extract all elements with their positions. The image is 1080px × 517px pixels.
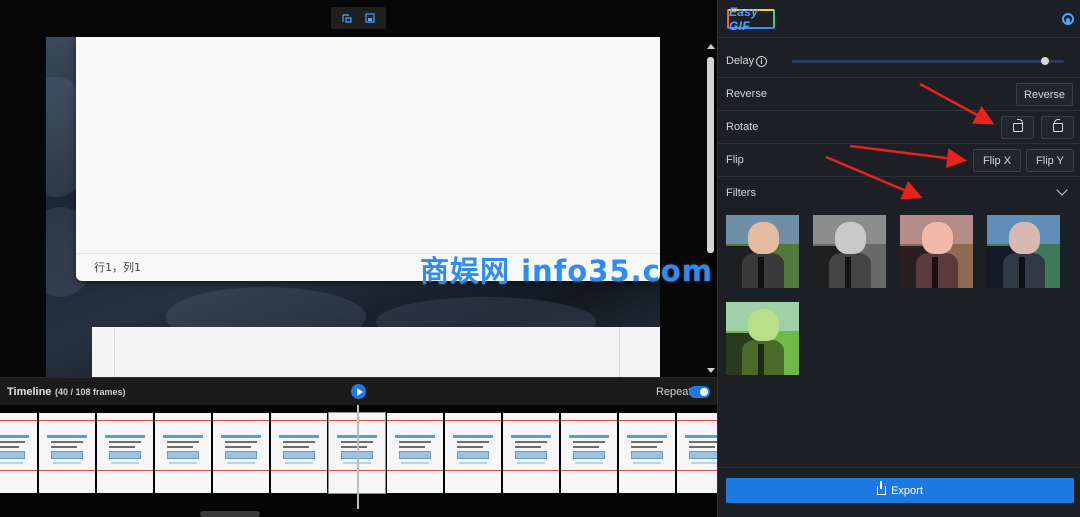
info-icon[interactable]: i	[756, 56, 767, 67]
preview-frame: 行1，列1	[46, 37, 660, 377]
rotate-right-icon	[1012, 119, 1023, 132]
filter-green-tint[interactable]	[726, 302, 799, 375]
delay-slider[interactable]	[792, 57, 1064, 65]
frame-thumbnail[interactable]	[445, 413, 501, 493]
actual-size-button[interactable]	[363, 11, 377, 25]
frame-thumbnail[interactable]	[213, 413, 269, 493]
gif-preview: 行1，列1	[0, 0, 717, 377]
delay-slider-handle[interactable]	[1040, 57, 1049, 65]
settings-panel: Easy GIF Delay i Reverse Reverse Rotate …	[717, 0, 1080, 517]
flip-label: Flip	[726, 154, 744, 166]
flip-y-button[interactable]: Flip Y	[1026, 149, 1074, 172]
fit-view-icon	[342, 13, 352, 23]
cursor-position-status: 行1，列1	[94, 261, 141, 274]
frame-thumbnail[interactable]	[155, 413, 211, 493]
scrollbar-thumb[interactable]	[707, 57, 714, 253]
frame-thumbnail[interactable]	[271, 413, 327, 493]
document-window: 行1，列1	[76, 37, 660, 281]
flip-x-button[interactable]: Flip X	[973, 149, 1021, 172]
timeline-scrollbar[interactable]	[200, 511, 260, 517]
export-button[interactable]: Export	[726, 478, 1074, 503]
timeline-strip	[0, 405, 717, 517]
delay-row: Delay i	[718, 45, 1080, 78]
reverse-label: Reverse	[726, 88, 767, 100]
frame-thumbnail[interactable]	[561, 413, 617, 493]
watermark-text: 商娱网 info35.com	[420, 254, 713, 288]
filters-row[interactable]: Filters	[718, 177, 1080, 207]
background-window	[92, 327, 660, 377]
panel-header: Easy GIF	[718, 0, 1080, 38]
reverse-row: Reverse Reverse	[718, 78, 1080, 111]
rotate-counterclockwise-button[interactable]	[1041, 116, 1074, 139]
filter-cool[interactable]	[987, 215, 1060, 288]
play-button[interactable]	[351, 384, 366, 399]
frame-thumbnail[interactable]	[97, 413, 153, 493]
playhead[interactable]	[357, 405, 359, 509]
view-mode-toggle	[331, 7, 386, 29]
frame-thumbnail[interactable]	[39, 413, 95, 493]
repeat-label: Repeat	[656, 386, 692, 398]
rotate-label: Rotate	[726, 121, 759, 133]
reverse-button[interactable]: Reverse	[1016, 83, 1073, 106]
github-icon[interactable]	[1062, 13, 1074, 25]
filters-label: Filters	[726, 187, 756, 199]
scroll-up-icon[interactable]	[707, 44, 715, 49]
delay-label: Delay	[726, 55, 755, 67]
frame-thumbnail[interactable]	[0, 413, 37, 493]
frame-thumbnail[interactable]	[503, 413, 559, 493]
flip-row: Flip Flip X Flip Y	[718, 144, 1080, 177]
frame-counter: (40 / 108 frames)	[55, 387, 126, 397]
frame-thumbnail[interactable]	[677, 413, 717, 493]
fit-view-button[interactable]	[340, 11, 354, 25]
delay-slider-fill	[792, 60, 1045, 63]
toggle-knob	[700, 388, 708, 396]
rotate-left-icon	[1052, 119, 1063, 132]
actual-size-icon	[365, 13, 375, 23]
app-logo: Easy GIF	[727, 5, 775, 33]
scroll-down-icon[interactable]	[707, 368, 715, 373]
chevron-down-icon[interactable]	[1056, 184, 1068, 196]
frame-thumbnail[interactable]	[619, 413, 675, 493]
footer-divider	[718, 467, 1080, 468]
rotate-row: Rotate	[718, 111, 1080, 144]
rotate-clockwise-button[interactable]	[1001, 116, 1034, 139]
preview-scrollbar[interactable]	[706, 44, 715, 377]
filter-original[interactable]	[726, 215, 799, 288]
play-icon	[356, 387, 363, 396]
export-label: Export	[891, 484, 923, 497]
repeat-toggle[interactable]	[689, 386, 710, 398]
download-icon	[877, 481, 887, 495]
timeline-header: Timeline (40 / 108 frames) Repeat	[0, 377, 717, 405]
timeline-title: Timeline	[7, 386, 52, 398]
frame-thumbnail[interactable]	[387, 413, 443, 493]
filter-grayscale[interactable]	[813, 215, 886, 288]
filter-warm[interactable]	[900, 215, 973, 288]
